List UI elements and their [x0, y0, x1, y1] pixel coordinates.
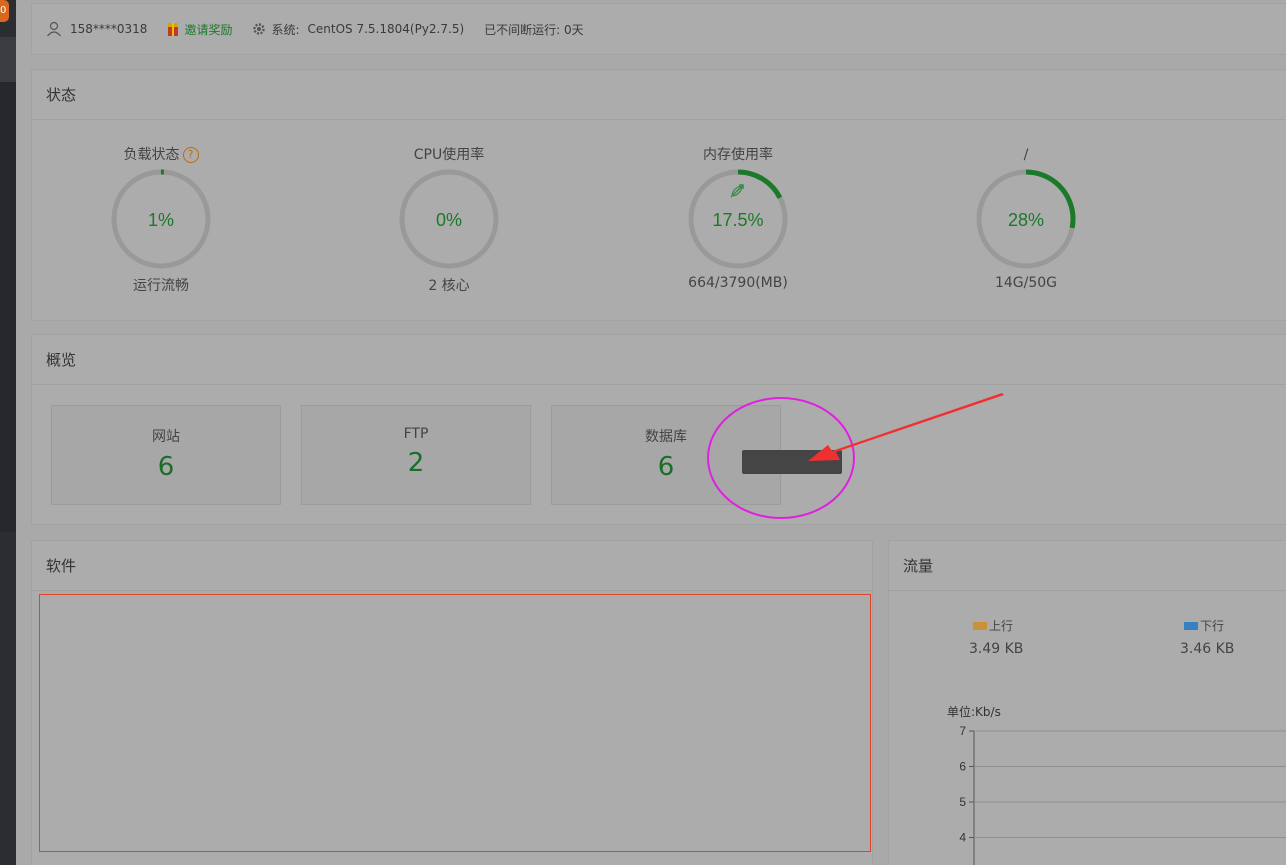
ftp-card[interactable]: FTP 2	[301, 405, 531, 505]
overview-title: 概览	[32, 335, 1286, 385]
sidebar-menu[interactable]	[0, 82, 16, 532]
memory-value: 17.5%	[712, 210, 763, 230]
upload-swatch	[973, 621, 987, 630]
info-bar: 158****0318 邀请奖励 系统: CentOS 7.5.1804(Py2…	[31, 3, 1286, 55]
disk-sub: 14G/50G	[994, 275, 1058, 291]
y-tick-label: 6	[959, 760, 966, 774]
ftp-count[interactable]: 2	[302, 448, 530, 478]
software-title: 软件	[32, 541, 872, 591]
disk-value: 28%	[1008, 210, 1044, 230]
cpu-title: CPU使用率	[413, 147, 485, 163]
gift-icon	[167, 22, 179, 36]
load-value: 1%	[148, 210, 174, 230]
uptime-text: 已不间断运行: 0天	[484, 22, 584, 37]
website-card[interactable]: 网站 6	[51, 405, 281, 505]
user-phone: 158****0318	[70, 22, 148, 36]
download-value: 3.46 KB	[1180, 641, 1235, 657]
cpu-value: 0%	[436, 210, 462, 230]
load-title: 负载状态	[123, 147, 180, 163]
badge-count: 0	[0, 5, 7, 16]
y-tick-label: 5	[959, 795, 966, 809]
download-legend: 下行	[1184, 617, 1224, 634]
help-icon[interactable]: ?	[182, 147, 199, 163]
upload-value: 3.49 KB	[969, 641, 1024, 657]
system-value: CentOS 7.5.1804(Py2.7.5)	[307, 22, 465, 36]
y-tick-label: 7	[959, 724, 966, 738]
rocket-icon[interactable]	[730, 184, 744, 198]
cpu-sub: 2 核心	[428, 278, 470, 294]
software-panel: 软件	[31, 540, 873, 865]
status-title: 状态	[32, 70, 1286, 120]
hidden-card-tooltip	[742, 450, 842, 474]
memory-gauge[interactable]: 内存使用率 17.5% 664/3790(MB)	[658, 143, 818, 291]
disk-gauge[interactable]: / 28% 14G/50G	[946, 143, 1106, 291]
cpu-gauge[interactable]: CPU使用率 0% 2 核心	[369, 143, 529, 295]
memory-title: 内存使用率	[703, 147, 773, 163]
upload-label: 上行	[989, 619, 1014, 633]
y-tick-label: 4	[959, 831, 966, 845]
memory-sub: 664/3790(MB)	[688, 275, 788, 291]
download-label: 下行	[1200, 619, 1225, 633]
system-label: 系统:	[271, 22, 300, 37]
ftp-label: FTP	[403, 426, 429, 442]
website-count[interactable]: 6	[52, 452, 280, 482]
database-label: 数据库	[645, 429, 687, 445]
sidebar-active-item[interactable]	[0, 37, 16, 82]
user-info[interactable]: 158****0318	[46, 21, 147, 37]
traffic-panel: 流量 上行 3.49 KB 下行 3.46 KB 单位:Kb/s 4 5 6 7	[888, 540, 1286, 865]
disk-ring: 28%	[976, 169, 1076, 269]
memory-ring: 17.5%	[688, 169, 788, 269]
traffic-title: 流量	[889, 541, 1286, 591]
chart-unit-label: 单位:Kb/s	[947, 705, 1001, 719]
notification-badge[interactable]: 0	[0, 0, 9, 22]
invite-reward-link[interactable]: 邀请奖励	[167, 21, 232, 38]
load-sub: 运行流畅	[133, 278, 189, 294]
traffic-chart: 4 5 6 7	[959, 724, 1286, 865]
overview-panel: 概览 网站 6 FTP 2 数据库 6	[31, 334, 1286, 525]
download-swatch	[1184, 621, 1198, 630]
cpu-ring: 0%	[399, 169, 499, 269]
gear-icon	[252, 22, 266, 36]
load-ring: 1%	[111, 169, 211, 269]
uptime-info: 已不间断运行: 0天	[484, 21, 584, 38]
user-icon	[46, 21, 62, 37]
system-info: 系统: CentOS 7.5.1804(Py2.7.5)	[252, 21, 464, 38]
sidebar: 0	[0, 0, 16, 865]
invite-label: 邀请奖励	[184, 22, 233, 37]
upload-legend: 上行	[973, 617, 1013, 634]
website-label: 网站	[152, 429, 180, 445]
status-panel: 状态 负载状态? 1% 运行流畅 CPU使用率 0% 2 核心 内存使用率 17…	[31, 69, 1286, 321]
load-gauge[interactable]: 负载状态? 1% 运行流畅	[81, 143, 241, 295]
software-list-area[interactable]	[39, 594, 871, 852]
disk-title: /	[1023, 147, 1029, 163]
